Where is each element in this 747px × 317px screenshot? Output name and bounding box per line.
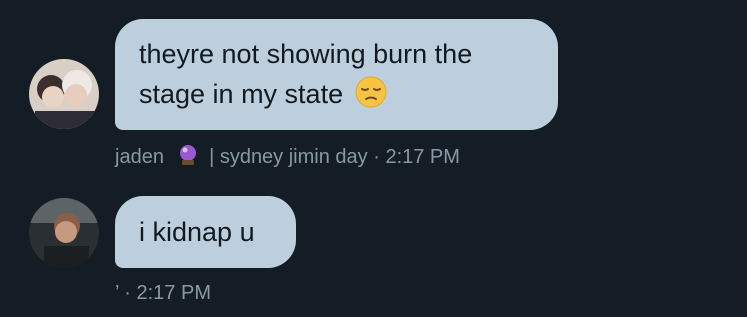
sender-status: | sydney jimin day	[209, 146, 368, 168]
message-text: i kidnap u	[139, 217, 255, 247]
message-text-line: stage in my state	[139, 79, 344, 109]
meta-separator: ·	[373, 146, 380, 168]
sender-name[interactable]: ’	[115, 282, 119, 304]
meta-separator: ·	[124, 282, 131, 304]
message-meta: ’ · 2:17 PM	[115, 282, 211, 305]
timestamp: 2:17 PM	[385, 146, 460, 168]
timestamp: 2:17 PM	[136, 282, 211, 304]
avatar-photo	[29, 59, 99, 129]
avatar-photo	[29, 198, 99, 268]
message-bubble[interactable]: i kidnap u	[115, 196, 296, 268]
sender-avatar-jaden[interactable]	[29, 59, 99, 129]
message-text-line: theyre not showing burn the	[139, 39, 473, 69]
sender-name[interactable]: jaden	[115, 146, 164, 168]
pensive-face-icon	[355, 76, 387, 119]
message-meta: jaden | sydney jimin day · 2:17 PM	[115, 143, 460, 173]
sender-avatar[interactable]	[29, 198, 99, 268]
crystal-ball-icon	[176, 143, 200, 173]
message-bubble[interactable]: theyre not showing burn the stage in my …	[115, 19, 558, 130]
